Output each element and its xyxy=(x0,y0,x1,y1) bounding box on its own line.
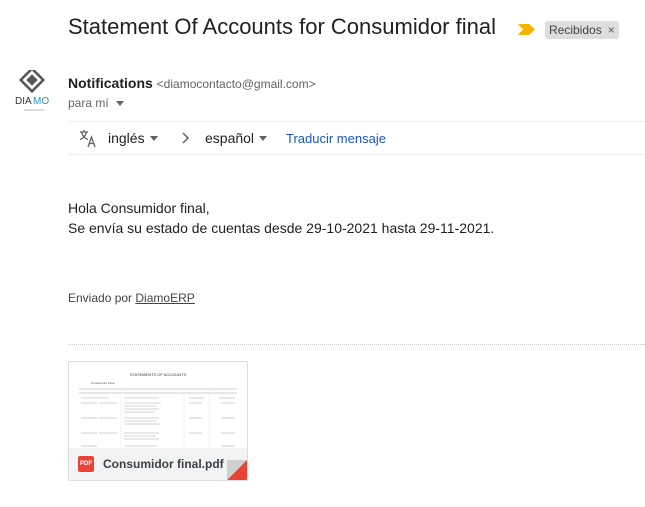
sender-avatar: DIA MO xyxy=(15,70,49,111)
sent-by-prefix: Enviado por xyxy=(68,291,133,305)
chevron-down-icon xyxy=(259,135,268,141)
chevron-right-icon xyxy=(182,132,190,144)
sender-line: Notifications <diamocontacto@gmail.com> xyxy=(68,75,316,91)
attachments-divider xyxy=(68,344,645,345)
sender-name[interactable]: Notifications xyxy=(68,75,153,91)
translate-bar: inglés español Traducir mensaje xyxy=(68,121,645,155)
recipients-toggle[interactable]: para mí xyxy=(68,96,124,110)
attachment-footer: PDF Consumidor final.pdf xyxy=(69,448,247,480)
attachment-filename: Consumidor final.pdf xyxy=(103,457,224,471)
target-language-select[interactable]: español xyxy=(205,130,268,146)
preview-title: STATEMENTS OF ACCOUNTS xyxy=(130,372,187,377)
diamoerp-link[interactable]: DiamoERP xyxy=(135,291,194,305)
message-body: Hola Consumidor final, Se envía su estad… xyxy=(68,198,494,238)
attachment-card[interactable]: STATEMENTS OF ACCOUNTS Consumidor Final xyxy=(68,361,248,481)
pdf-file-icon: PDF xyxy=(78,456,94,472)
diamo-logo-icon xyxy=(18,70,46,94)
translate-message-link[interactable]: Traducir mensaje xyxy=(286,131,386,146)
chevron-down-icon xyxy=(115,100,124,106)
label-chip-text: Recibidos xyxy=(549,23,602,37)
target-language-label: español xyxy=(205,130,255,146)
source-language-label: inglés xyxy=(108,130,145,146)
sent-by-line: Enviado por DiamoERP xyxy=(68,291,195,305)
remove-label-icon[interactable]: × xyxy=(608,23,615,37)
message-greeting: Hola Consumidor final, xyxy=(68,200,210,216)
source-language-select[interactable]: inglés xyxy=(108,130,158,146)
chevron-down-icon xyxy=(149,135,158,141)
email-subject: Statement Of Accounts for Consumidor fin… xyxy=(68,14,496,39)
logo-text-mo: MO xyxy=(33,96,49,107)
page-fold-icon xyxy=(227,460,247,480)
sender-email: <diamocontacto@gmail.com> xyxy=(156,77,316,91)
attachment-thumbnail: STATEMENTS OF ACCOUNTS Consumidor Final xyxy=(69,362,247,454)
translate-icon xyxy=(79,130,96,148)
importance-marker-icon[interactable] xyxy=(518,24,535,35)
logo-text-dia: DIA xyxy=(15,96,32,107)
label-chip-recibidos: Recibidos × xyxy=(545,21,619,39)
recipients-text: para mí xyxy=(68,96,109,110)
message-line: Se envía su estado de cuentas desde 29-1… xyxy=(68,220,495,236)
preview-customer: Consumidor Final xyxy=(91,381,115,385)
